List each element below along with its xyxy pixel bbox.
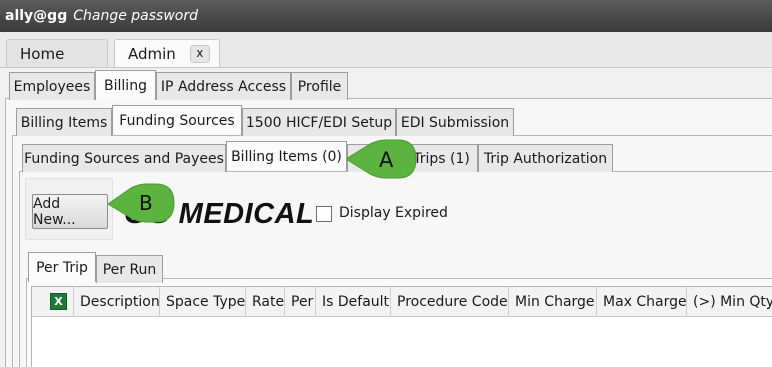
tab-home[interactable]: Home xyxy=(6,39,108,67)
tab-home-label: Home xyxy=(20,44,65,63)
callout-a-label: A xyxy=(379,148,394,172)
tab-funding-sources-and-payees-label: Funding Sources and Payees xyxy=(24,150,224,167)
column-rate[interactable]: Rate xyxy=(246,287,285,317)
tab-billing-items-label: Billing Items xyxy=(20,114,108,131)
column-min-charge[interactable]: Min Charge xyxy=(509,287,597,317)
column-max-charge[interactable]: Max Charge xyxy=(597,287,687,317)
display-expired-label: Display Expired xyxy=(339,205,448,221)
tab-funding-sources[interactable]: Funding Sources xyxy=(112,105,242,135)
tab-per-run-label: Per Run xyxy=(102,261,157,278)
tab-1500-hicf-edi-setup[interactable]: 1500 HICF/EDI Setup xyxy=(242,108,396,136)
column-min-qty[interactable]: (>) Min Qty xyxy=(687,287,772,317)
grid-header: X Description Space Type Rate Per Is Def… xyxy=(32,287,772,317)
callout-b: B xyxy=(107,183,175,223)
title-bar: ally@gg Change password xyxy=(0,0,772,32)
tab-ip-address-access-label: IP Address Access xyxy=(160,78,287,95)
tab-admin-label: Admin xyxy=(128,44,176,63)
billing-items-grid: X Description Space Type Rate Per Is Def… xyxy=(31,286,772,367)
tab-billing-label: Billing xyxy=(104,77,147,94)
tab-funding-sources-and-payees[interactable]: Funding Sources and Payees xyxy=(22,144,226,172)
user-name: ally@gg xyxy=(5,8,68,24)
add-new-container: Add New... xyxy=(25,178,113,240)
tab-per-run[interactable]: Per Run xyxy=(96,255,163,283)
document-tab-strip: Home Admin x xyxy=(0,32,772,68)
callout-a: A xyxy=(345,139,417,179)
display-expired-checkbox[interactable] xyxy=(316,206,332,222)
add-new-button[interactable]: Add New... xyxy=(32,194,108,229)
tab-1500-hicf-edi-setup-label: 1500 HICF/EDI Setup xyxy=(245,114,393,131)
tab-employees-label: Employees xyxy=(13,78,91,95)
tab-profile[interactable]: Profile xyxy=(291,72,348,100)
column-per[interactable]: Per xyxy=(285,287,316,317)
excel-export-icon[interactable]: X xyxy=(50,293,67,310)
tab-billing-items[interactable]: Billing Items xyxy=(16,108,112,136)
column-space-type[interactable]: Space Type xyxy=(160,287,246,317)
tab-trip-authorization[interactable]: Trip Authorization xyxy=(478,144,613,172)
column-procedure-code[interactable]: Procedure Code xyxy=(391,287,509,317)
close-tab-button[interactable]: x xyxy=(189,44,210,63)
column-description[interactable]: Description xyxy=(74,287,160,317)
tab-per-trip-label: Per Trip xyxy=(36,259,88,276)
tab-edi-submission-label: EDI Submission xyxy=(400,114,510,131)
export-column: X xyxy=(32,287,74,317)
tab-edi-submission[interactable]: EDI Submission xyxy=(396,108,514,136)
tab-billing[interactable]: Billing xyxy=(95,70,156,100)
tab-profile-label: Profile xyxy=(297,78,342,95)
callout-b-label: B xyxy=(139,191,153,215)
tab-billing-items-count[interactable]: Billing Items (0) xyxy=(226,141,347,171)
tab-ip-address-access[interactable]: IP Address Access xyxy=(156,72,291,100)
column-is-default[interactable]: Is Default xyxy=(316,287,391,317)
tab-per-trip[interactable]: Per Trip xyxy=(28,252,96,282)
tab-admin[interactable]: Admin x xyxy=(114,39,220,67)
tab-employees[interactable]: Employees xyxy=(9,72,95,100)
tab-funding-sources-label: Funding Sources xyxy=(119,112,235,129)
tab-billing-items-count-label: Billing Items (0) xyxy=(231,148,342,165)
change-password-link[interactable]: Change password xyxy=(73,8,198,24)
tab-trip-authorization-label: Trip Authorization xyxy=(483,150,608,167)
